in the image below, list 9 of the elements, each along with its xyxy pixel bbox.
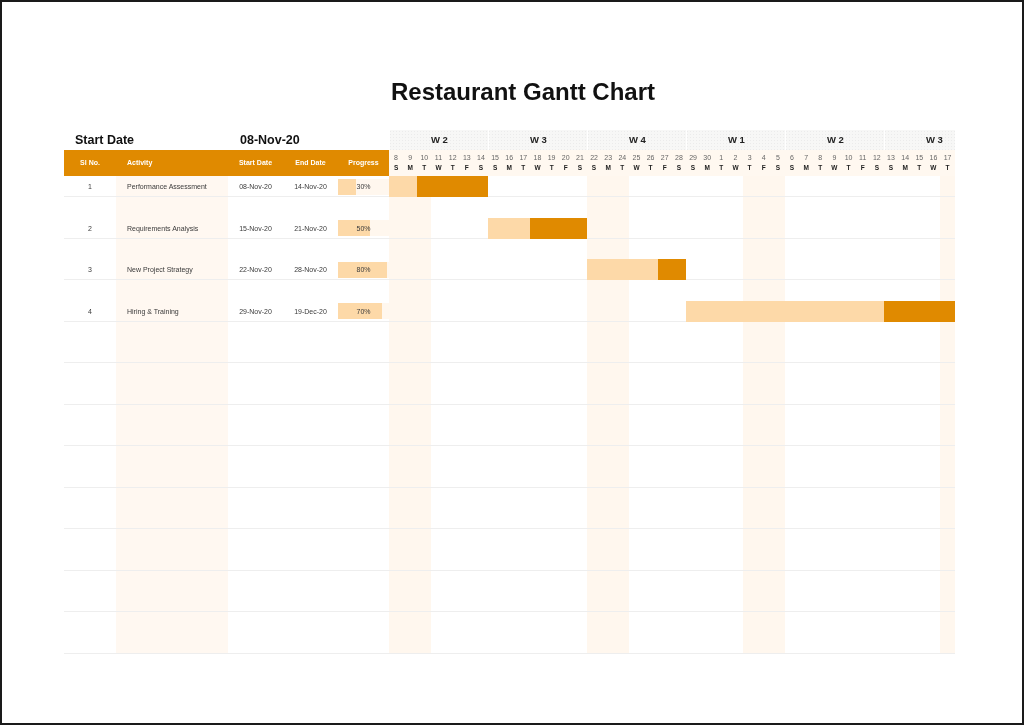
chart-title: Restaurant Gantt Chart	[389, 77, 656, 107]
week-label: W 2	[784, 130, 884, 150]
week-label: W 3	[883, 130, 955, 150]
week-label: W 3	[488, 130, 587, 150]
week-label: W 2	[389, 130, 488, 150]
week-label: W 4	[586, 130, 686, 150]
start-date-label: Start Date	[75, 132, 135, 149]
week-label: W 1	[685, 130, 785, 150]
start-date-value: 08-Nov-20	[240, 132, 300, 149]
